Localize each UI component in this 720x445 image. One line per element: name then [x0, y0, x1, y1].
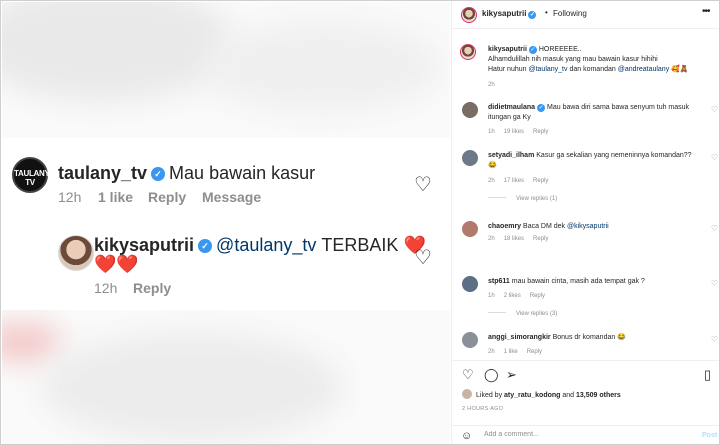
view-replies-link[interactable]: View replies (1) [488, 196, 557, 202]
commenter-avatar[interactable] [462, 150, 478, 166]
username[interactable]: anggi_simorangkir [488, 334, 551, 341]
comment-meta: 2h 1 like Reply [488, 349, 543, 355]
username: kikysaputrii [94, 235, 195, 255]
blurred-background [2, 2, 232, 102]
likes-count[interactable]: 17 likes [504, 178, 524, 184]
comment-meta: 1h 2 likes Reply [488, 293, 546, 299]
likes-count[interactable]: 2 likes [504, 293, 521, 299]
blurred-background [2, 322, 62, 362]
mention[interactable]: @taulany_tv [528, 66, 567, 73]
reply-link[interactable]: Reply [533, 236, 548, 242]
heart-outline-icon: ♡ [414, 174, 432, 196]
reply-link[interactable]: Reply [527, 349, 542, 355]
mention[interactable]: @andreataulany [618, 66, 669, 73]
reply-comment-user: kikysaputrii ✓ @taulany_tv TERBAIK ❤️ [94, 235, 426, 256]
mention: @taulany_tv [216, 235, 317, 255]
reply-link[interactable]: Reply [533, 178, 548, 184]
comment-time: 12h [94, 280, 118, 296]
liked-by-text: Liked by aty_ratu_kodong and 13,509 othe… [462, 389, 621, 399]
comment-text: setyadi_ilham Kasur ga sekalian yang nem… [488, 152, 692, 169]
heart-outline-icon[interactable]: ♡ [711, 335, 718, 344]
likes-count[interactable]: 13,509 others [576, 392, 621, 399]
kiky-avatar [58, 235, 94, 271]
following-button[interactable]: Following [553, 9, 587, 18]
separator-dot: • [545, 8, 548, 17]
top-comment-user: taulany_tv ✓ Mau bawain kasur [58, 163, 315, 184]
header-username[interactable]: kikysaputrii ✓ [482, 9, 537, 19]
heart-outline-icon[interactable]: ♡ [462, 367, 474, 383]
comment-text: stp611 mau bawain cinta, masih ada tempa… [488, 278, 645, 285]
reply-link[interactable]: Reply [530, 293, 545, 299]
comment-text: anggi_simorangkir Bonus dr komandan 😂 [488, 334, 626, 341]
verified-badge-icon: ✓ [528, 46, 537, 54]
heart-outline-icon[interactable]: ♡ [711, 279, 718, 288]
verified-badge-icon: ✓ [537, 104, 546, 112]
header-avatar[interactable] [461, 7, 477, 23]
verified-badge-icon: ✓ [198, 239, 213, 253]
view-replies-link[interactable]: View replies (3) [488, 311, 557, 317]
commenter-avatar[interactable] [462, 221, 478, 237]
post-image: TAULANY TV taulany_tv ✓ Mau bawain kasur 1… [2, 2, 450, 444]
likes-count[interactable]: 18 likes [504, 236, 524, 242]
reply-link: Reply [133, 280, 172, 296]
heart-outline-icon[interactable]: ♡ [711, 105, 718, 114]
heart-outline-icon[interactable]: ♡ [711, 224, 718, 233]
blurred-background [42, 332, 342, 442]
commenter-avatar[interactable] [462, 102, 478, 118]
comment-meta: 1h 19 likes Reply [488, 129, 549, 135]
comment-text: chaoemry Baca DM dek @kikysaputrii [488, 223, 609, 230]
comment-meta: 2h 17 likes Reply [488, 178, 549, 184]
reply-link[interactable]: Reply [533, 129, 548, 135]
username[interactable]: stp611 [488, 278, 510, 285]
username[interactable]: didietmaulana [488, 104, 535, 111]
comment-time: 12h [58, 189, 82, 205]
message-link: Message [202, 189, 262, 205]
instagram-post-window: TAULANY TV taulany_tv ✓ Mau bawain kasur 1… [0, 0, 720, 445]
commenter-avatar[interactable] [462, 276, 478, 292]
bookmark-icon[interactable]: ▯ [704, 367, 711, 383]
commenter-avatar[interactable] [462, 332, 478, 348]
liker-username[interactable]: aty_ratu_kodong [504, 392, 560, 399]
liker-avatar [462, 389, 472, 399]
emoji-icon[interactable]: ☺ [461, 430, 472, 442]
username[interactable]: kikysaputrii [488, 46, 527, 53]
comment-text: TERBAIK [321, 235, 399, 255]
post-actions: ♡ ◯ ➢ ▯ Liked by aty_ratu_kodong and 13,… [452, 360, 719, 444]
likes-count[interactable]: 1 like [504, 349, 518, 355]
more-horizontal-icon[interactable]: ••• [702, 6, 710, 17]
comment-text: didietmaulana ✓ Mau bawa diri sama bawa s… [488, 104, 690, 121]
share-icon[interactable]: ➢ [506, 367, 517, 383]
username[interactable]: chaoemry [488, 223, 521, 230]
verified-badge-icon: ✓ [528, 11, 537, 19]
reply-link: Reply [148, 189, 187, 205]
caption-text: kikysaputrii ✓ HOREEEEE.. Alhamdulillah n… [488, 46, 689, 73]
caption-time: 2h [488, 82, 495, 88]
comment-likes: 1 like [98, 189, 134, 205]
red-heart-emoji: ❤️❤️ [94, 254, 139, 274]
heart-outline-icon[interactable]: ♡ [711, 153, 718, 162]
comment-input[interactable] [484, 431, 684, 438]
comment-meta: 2h 18 likes Reply [488, 236, 549, 242]
username[interactable]: setyadi_ilham [488, 152, 534, 159]
comments-panel: kikysaputrii ✓ • Following ••• kikysaputr… [451, 2, 719, 444]
caption-avatar[interactable] [460, 44, 476, 60]
post-button[interactable]: Post [702, 432, 717, 439]
username: taulany_tv [58, 163, 148, 183]
post-header: kikysaputrii ✓ • Following ••• [452, 2, 719, 29]
likes-count[interactable]: 19 likes [504, 129, 524, 135]
verified-badge-icon: ✓ [151, 167, 166, 181]
add-comment-bar: ☺ Post [452, 425, 719, 444]
comment-text: Mau bawain kasur [169, 163, 316, 183]
taulany-avatar: TAULANY TV [12, 157, 50, 193]
mention[interactable]: @kikysaputrii [567, 223, 609, 230]
blurred-background [202, 22, 442, 112]
heart-outline-icon: ♡ [414, 247, 432, 269]
post-time: 2 HOURS AGO [462, 406, 504, 412]
comment-icon[interactable]: ◯ [484, 367, 499, 383]
